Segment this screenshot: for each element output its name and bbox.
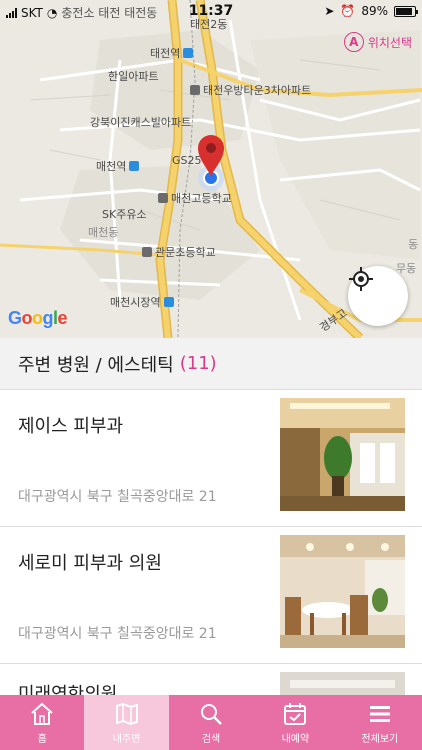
clinic-address: 대구광역시 북구 칠곡중앙대로 21	[18, 626, 217, 642]
my-location-button[interactable]	[348, 266, 408, 326]
clinic-list: 제이스 피부과 대구광역시 북구 칠곡중앙대로 21 세로미 피부과 의원 대구…	[0, 390, 422, 705]
menu-icon	[369, 705, 390, 722]
subway-station-icon	[129, 161, 140, 171]
subway-station-icon	[183, 48, 194, 58]
nav-label-search: 검색	[201, 733, 221, 745]
battery-percent: 89%	[361, 4, 388, 18]
map-label-maecheon-market-station: 매천시장역	[110, 294, 174, 310]
nav-label-reservations: 내예약	[281, 733, 310, 745]
location-select-label: 위치선택	[367, 35, 412, 50]
status-bar: SKT ◔ 충전소 태전 태전동 11:37 ➤ ⏰ 89%	[0, 0, 422, 24]
location-arrow-icon: ➤	[324, 4, 335, 18]
calendar-check-icon	[284, 702, 307, 725]
subway-station-icon	[163, 297, 174, 307]
nav-label-nearby: 내주변	[112, 733, 141, 745]
nav-tab-nearby[interactable]: 내주변	[84, 695, 169, 750]
map-label-gangbuk-ijin: 강북이진캐스빌아파트	[90, 116, 192, 129]
clinic-list-item[interactable]: 제이스 피부과 대구광역시 북구 칠곡중앙대로 21	[0, 390, 422, 527]
map-label-edge-dong: 동	[408, 238, 419, 251]
nav-tab-all[interactable]: 전체보기	[338, 695, 422, 750]
map-label-maecheon-highschool: 매천고등학교	[158, 190, 232, 206]
nav-tab-home[interactable]: 홈	[0, 695, 84, 750]
nav-label-all: 전체보기	[361, 733, 399, 745]
home-icon	[31, 702, 53, 725]
nav-tab-search[interactable]: 검색	[169, 695, 253, 750]
clinic-list-item[interactable]: 세로미 피부과 의원 대구광역시 북구 칠곡중앙대로 21	[0, 527, 422, 664]
section-count: (11)	[179, 353, 217, 374]
google-logo: Google	[8, 308, 68, 328]
search-icon	[201, 703, 222, 725]
clinic-name: 제이스 피부과	[18, 416, 124, 437]
map-label-taejeon-woobang: 태전우방타운3차아파트	[190, 82, 311, 98]
map-label-gs25: GS25	[172, 154, 202, 167]
nav-label-home: 홈	[37, 733, 47, 745]
section-title: 주변 병원 / 에스테틱	[18, 354, 174, 376]
battery-icon	[394, 5, 418, 17]
map-label-taejeon-station: 태전역	[150, 45, 194, 61]
clinic-photo	[280, 535, 405, 648]
section-header: 주변 병원 / 에스테틱 (11)	[0, 338, 422, 390]
bottom-nav: 홈 내주변 검색 내예약 전체보기	[0, 695, 422, 750]
crosshair-icon	[349, 267, 373, 291]
alarm-icon: ⏰	[340, 4, 356, 18]
school-icon	[158, 193, 168, 203]
map-icon	[115, 702, 138, 725]
location-select-icon: A	[343, 32, 364, 52]
clinic-photo	[280, 398, 405, 511]
map-label-hanil-apt: 한일아파트	[108, 70, 159, 83]
map-label-gwanmun-elementary: 관문초등학교	[142, 244, 216, 260]
map-label-maecheon-station: 매천역	[96, 158, 140, 174]
location-select-button[interactable]: A 위치선택	[343, 32, 412, 52]
clinic-name: 세로미 피부과 의원	[18, 553, 162, 574]
map-label-edge-dong2: 무동	[396, 262, 417, 275]
map-view[interactable]: 태전2동 태전역 한일아파트 태전우방타운3차아파트 강북이진캐스빌아파트 매천…	[0, 0, 422, 338]
map-label-maecheon-dong: 매천동	[88, 226, 119, 239]
clinic-address: 대구광역시 북구 칠곡중앙대로 21	[18, 489, 217, 505]
school-icon	[142, 247, 152, 257]
map-label-sk-gas: SK주유소	[102, 208, 147, 221]
building-icon	[190, 85, 200, 95]
nav-tab-reservations[interactable]: 내예약	[253, 695, 337, 750]
